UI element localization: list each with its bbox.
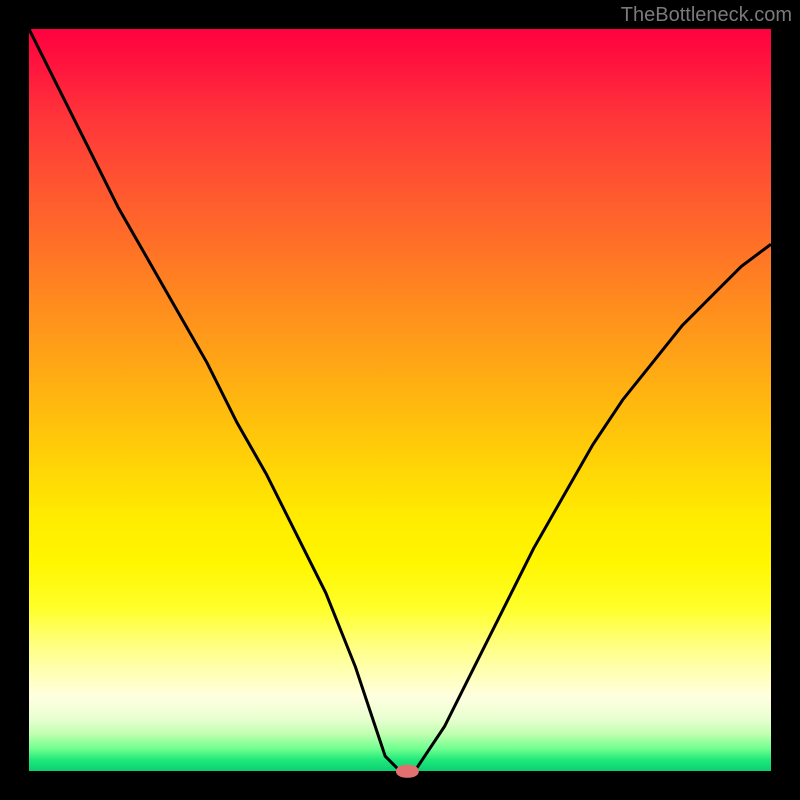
- curve-layer: [29, 29, 771, 771]
- chart-frame: TheBottleneck.com: [0, 0, 800, 800]
- plot-area: [29, 29, 771, 771]
- bottleneck-curve: [29, 29, 771, 771]
- watermark-text: TheBottleneck.com: [621, 4, 792, 27]
- optimum-marker: [396, 765, 418, 778]
